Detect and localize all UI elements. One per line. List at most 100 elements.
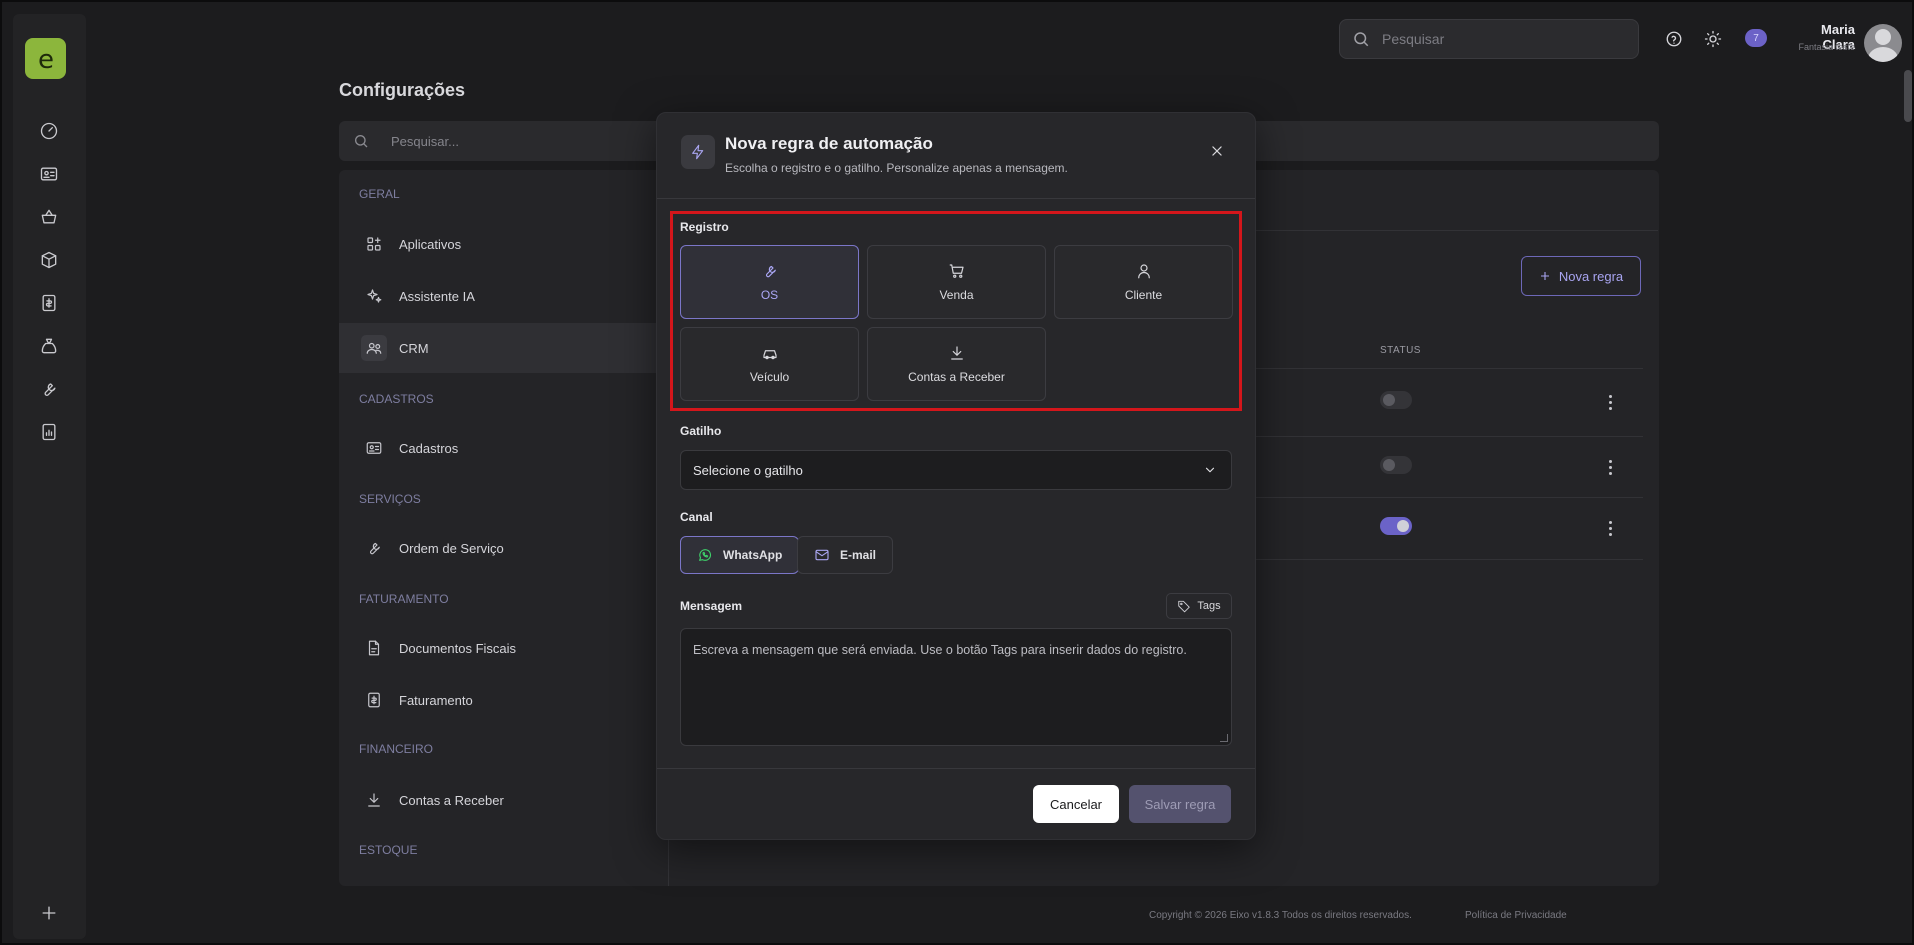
nav-item-aplicativos[interactable]: Aplicativos — [339, 219, 669, 269]
mensagem-textarea[interactable]: Escreva a mensagem que será enviada. Use… — [680, 628, 1232, 746]
contacts-card-icon[interactable] — [37, 162, 61, 186]
global-search-input[interactable]: Pesquisar — [1339, 19, 1639, 59]
registro-option-label: Venda — [939, 288, 974, 302]
section-geral: GERAL — [359, 187, 400, 201]
rule-status-toggle[interactable] — [1380, 391, 1412, 409]
whatsapp-icon — [699, 549, 711, 561]
nav-item-faturamento[interactable]: Faturamento — [339, 675, 669, 725]
download-icon — [368, 793, 380, 807]
section-faturamento: FATURAMENTO — [359, 592, 449, 606]
nav-label-faturamento: Faturamento — [399, 692, 473, 708]
wrench-icon — [765, 265, 776, 278]
search-icon — [1354, 32, 1369, 47]
box-icon[interactable] — [37, 248, 61, 272]
status-column-header: STATUS — [1380, 345, 1421, 356]
rule-status-toggle[interactable] — [1380, 456, 1412, 474]
nav-label-crm: CRM — [399, 340, 429, 356]
canal-label: Canal — [680, 510, 713, 524]
svg-text:e: e — [38, 45, 54, 74]
section-financeiro: FINANCEIRO — [359, 742, 434, 756]
nav-item-assistente[interactable]: Assistente IA — [339, 271, 669, 321]
modal-subtitle: Escolha o registro e o gatilho. Personal… — [725, 161, 1068, 175]
nav-label-assistente: Assistente IA — [399, 288, 475, 304]
wrench-icon — [369, 542, 380, 555]
gatilho-label: Gatilho — [680, 424, 722, 438]
left-rail: e — [13, 14, 86, 939]
canal-whatsapp-button[interactable]: WhatsApp — [680, 536, 800, 574]
cancel-button[interactable]: Cancelar — [1033, 785, 1119, 823]
nav-item-crm[interactable]: CRM — [339, 323, 669, 373]
tags-button[interactable]: Tags — [1166, 593, 1232, 619]
dashboard-icon[interactable] — [37, 119, 61, 143]
sparkles-icon — [367, 289, 382, 303]
billing-icon[interactable] — [37, 291, 61, 315]
gatilho-select[interactable]: Selecione o gatilho — [680, 450, 1232, 490]
rule-status-toggle[interactable] — [1380, 517, 1412, 535]
row-menu-icon[interactable] — [1600, 518, 1620, 538]
plus-icon[interactable] — [37, 901, 61, 925]
app-logo[interactable]: e — [25, 38, 66, 79]
page-scrollbar[interactable] — [1904, 70, 1912, 122]
registro-option-cliente[interactable]: Cliente — [1054, 245, 1233, 319]
nav-item-documentos[interactable]: Documentos Fiscais — [339, 623, 669, 673]
user-company: Fantasia teste — [1798, 42, 1855, 52]
document-icon — [368, 640, 380, 656]
gatilho-select-value: Selecione o gatilho — [693, 462, 803, 478]
registro-option-venda[interactable]: Venda — [867, 245, 1046, 319]
billing-icon — [368, 692, 380, 708]
nav-item-contas[interactable]: Contas a Receber — [339, 775, 669, 825]
row-menu-icon[interactable] — [1600, 392, 1620, 412]
page-title: Configurações — [339, 80, 466, 100]
id-card-icon — [366, 442, 382, 454]
nav-label-aplicativos: Aplicativos — [399, 236, 462, 252]
search-icon — [355, 135, 368, 148]
avatar[interactable] — [1864, 24, 1902, 62]
canal-email-label: E-mail — [840, 548, 877, 562]
basket-icon[interactable] — [37, 205, 61, 229]
nav-item-ordem[interactable]: Ordem de Serviço — [339, 523, 669, 573]
nav-label-cadastros: Cadastros — [399, 440, 459, 456]
plus-icon — [1540, 272, 1549, 280]
help-icon[interactable] — [1663, 28, 1685, 50]
users-icon — [366, 342, 382, 354]
nav-label-documentos: Documentos Fiscais — [399, 640, 517, 656]
resize-handle[interactable] — [1220, 734, 1228, 742]
registro-option-label: OS — [760, 288, 779, 302]
wrench-icon[interactable] — [37, 377, 61, 401]
footer-privacy-link[interactable]: Política de Privacidade — [1465, 910, 1567, 921]
app-window: e Pesquisar 7 Maria Clara Fantasia teste… — [0, 0, 1914, 945]
chevron-down-icon — [1205, 467, 1215, 473]
footer-copyright: Copyright © 2026 Eixo v1.8.3 Todos os di… — [1149, 910, 1412, 921]
nav-item-cadastros[interactable]: Cadastros — [339, 423, 669, 473]
report-icon[interactable] — [37, 420, 61, 444]
save-rule-button[interactable]: Salvar regra — [1129, 785, 1231, 823]
section-estoque: ESTOQUE — [359, 843, 418, 857]
notifications-badge[interactable]: 7 — [1745, 29, 1767, 47]
modal-footer-divider — [657, 768, 1255, 769]
section-servicos: SERVIÇOS — [359, 492, 421, 506]
theme-sun-icon[interactable] — [1702, 28, 1724, 50]
nav-label-ordem: Ordem de Serviço — [399, 540, 504, 556]
automation-rule-modal: Nova regra de automação Escolha o regist… — [656, 112, 1256, 840]
canal-whatsapp-label: WhatsApp — [723, 548, 783, 562]
row-menu-icon[interactable] — [1600, 457, 1620, 477]
new-rule-label: Nova regra — [1558, 268, 1624, 284]
section-cadastros: CADASTROS — [359, 392, 434, 406]
canal-email-button[interactable]: E-mail — [797, 536, 894, 574]
nav-label-contas: Contas a Receber — [399, 792, 504, 808]
mensagem-placeholder: Escreva a mensagem que será enviada. Use… — [693, 643, 1187, 657]
registro-option-contas[interactable]: Contas a Receber — [867, 327, 1046, 401]
mensagem-label: Mensagem — [680, 599, 743, 613]
new-rule-button[interactable]: Nova regra — [1521, 256, 1641, 296]
money-bag-icon[interactable] — [37, 334, 61, 358]
registro-option-os[interactable]: OS — [680, 245, 859, 319]
mail-icon — [815, 549, 829, 561]
registro-option-veiculo[interactable]: Veículo — [680, 327, 859, 401]
cart-icon — [949, 264, 964, 278]
car-icon — [762, 350, 777, 360]
registro-option-label: Veículo — [749, 370, 790, 384]
close-icon[interactable] — [1205, 139, 1229, 163]
settings-search-placeholder: Pesquisar... — [391, 133, 459, 149]
registro-label: Registro — [680, 220, 729, 234]
tags-button-label: Tags — [1197, 600, 1221, 612]
